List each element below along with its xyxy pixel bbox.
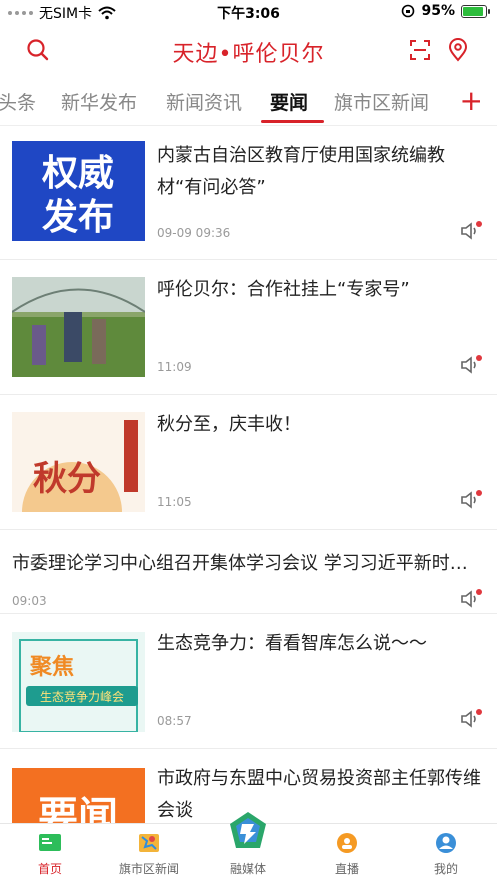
- profile-icon: [436, 833, 456, 853]
- tabbar-media[interactable]: 融媒体: [198, 812, 298, 883]
- thumb-text: 秋分: [33, 459, 101, 499]
- news-title[interactable]: 生态竞争力：看看智库怎么说～～: [157, 628, 483, 660]
- thumb-text: 生态竞争力峰会: [40, 690, 124, 704]
- thumb-text: 发布: [42, 197, 114, 238]
- tab-district-news[interactable]: 旗市区新闻: [334, 88, 429, 115]
- thumb-text: 聚焦: [29, 654, 74, 680]
- news-thumbnail: 秋分: [12, 412, 145, 512]
- status-bar: 无SIM卡 下午3:06 95%: [0, 0, 497, 24]
- speaker-icon[interactable]: [459, 354, 483, 376]
- home-icon: [39, 834, 61, 851]
- news-time: 11:05: [157, 495, 192, 509]
- news-title[interactable]: 秋分至，庆丰收！: [157, 409, 483, 441]
- news-title[interactable]: 内蒙古自治区教育厅使用国家统编教材“有问必答”: [157, 140, 483, 204]
- news-time: 09-09 09:36: [157, 226, 231, 240]
- speaker-icon[interactable]: [459, 220, 483, 242]
- list-item[interactable]: 权威 发布 内蒙古自治区教育厅使用国家统编教材“有问必答” 09-09 09:3…: [0, 126, 497, 260]
- battery-percent: 95%: [421, 3, 455, 19]
- news-thumbnail: 权威 发布: [12, 141, 145, 241]
- live-icon: [337, 833, 357, 853]
- category-tabs: 头条 新华发布 新闻资讯 要闻 旗市区新闻 +: [0, 80, 497, 126]
- tabbar-label: 旗市区新闻: [118, 862, 179, 876]
- news-title[interactable]: 市政府与东盟中心贸易投资部主任郭传维会谈: [157, 763, 483, 827]
- news-title[interactable]: 市委理论学习中心组召开集体学习会议 学习习近平新时代中国特色社会主义思想: [12, 548, 483, 580]
- news-time: 11:09: [157, 360, 192, 374]
- media-logo-icon: [230, 812, 266, 848]
- tabbar-profile[interactable]: 我的: [396, 824, 496, 883]
- tabbar-label: 直播: [334, 862, 359, 876]
- news-time: 09:03: [12, 594, 47, 608]
- scan-icon[interactable]: [408, 38, 432, 62]
- speaker-icon[interactable]: [459, 708, 483, 730]
- tabbar-label: 融媒体: [229, 862, 266, 876]
- news-time: 08:57: [157, 714, 192, 728]
- list-item[interactable]: 市委理论学习中心组召开集体学习会议 学习习近平新时代中国特色社会主义思想 09:…: [0, 530, 497, 614]
- tabbar-label: 我的: [433, 862, 458, 876]
- news-thumbnail: [12, 277, 145, 377]
- tabbar-home[interactable]: 首页: [0, 824, 100, 883]
- battery-icon: [461, 4, 490, 18]
- tab-toutiao[interactable]: 头条: [0, 88, 36, 115]
- location-icon[interactable]: [446, 38, 470, 62]
- tabbar-label: 首页: [37, 862, 62, 876]
- list-item[interactable]: 聚焦 生态竞争力峰会 生态竞争力：看看智库怎么说～～ 08:57: [0, 614, 497, 749]
- app-header: 天边•呼伦贝尔: [0, 24, 497, 80]
- active-tab-indicator: [261, 120, 324, 123]
- tab-news[interactable]: 新闻资讯: [166, 88, 242, 115]
- tab-xinhua[interactable]: 新华发布: [61, 88, 137, 115]
- list-item[interactable]: 呼伦贝尔：合作社挂上“专家号” 11:09: [0, 260, 497, 395]
- news-title[interactable]: 呼伦贝尔：合作社挂上“专家号”: [157, 274, 483, 306]
- speaker-icon[interactable]: [459, 588, 483, 610]
- list-item[interactable]: 秋分 秋分至，庆丰收！ 11:05: [0, 395, 497, 530]
- tabbar-district[interactable]: 旗市区新闻: [99, 824, 199, 883]
- bottom-tab-bar: 首页 旗市区新闻 融媒体 直播 我的: [0, 812, 497, 883]
- news-thumbnail: 聚焦 生态竞争力峰会: [12, 632, 145, 732]
- tab-yaowen[interactable]: 要闻: [270, 88, 308, 115]
- thumb-text: 权威: [41, 153, 114, 194]
- add-tab-button[interactable]: +: [460, 84, 483, 117]
- rotation-lock-icon: [402, 4, 415, 18]
- map-icon: [139, 834, 159, 852]
- speaker-icon[interactable]: [459, 489, 483, 511]
- tabbar-live[interactable]: 直播: [297, 824, 397, 883]
